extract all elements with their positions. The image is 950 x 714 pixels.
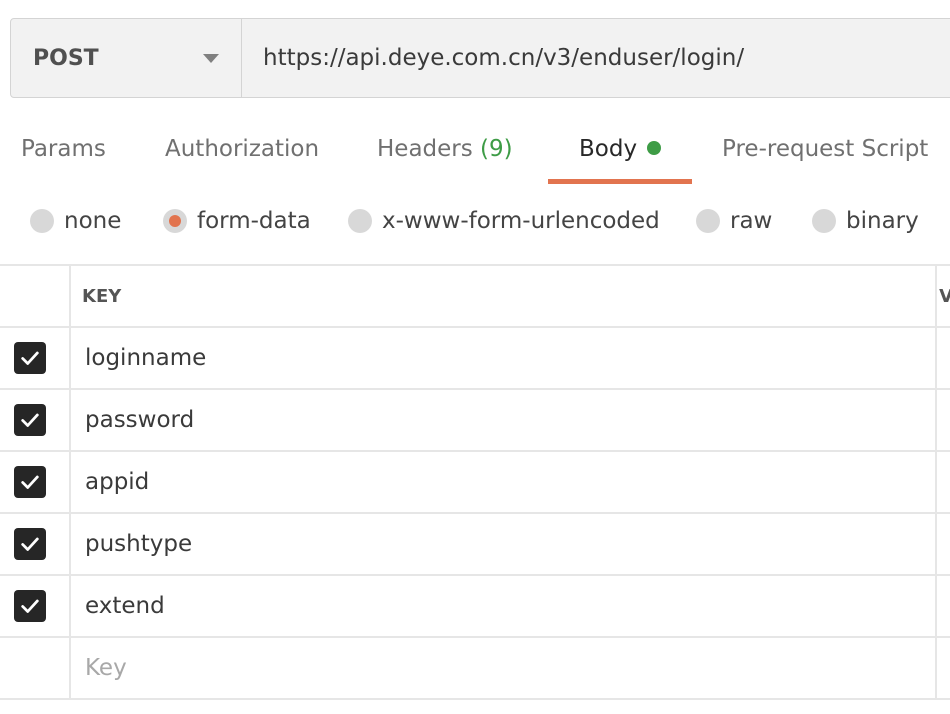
radio-none[interactable]: none	[30, 208, 121, 234]
row-enabled-checkbox[interactable]	[13, 404, 46, 436]
radio-label: binary	[846, 208, 919, 234]
key-cell[interactable]: loginname	[71, 328, 937, 388]
radio-binary[interactable]: binary	[812, 208, 919, 234]
method-dropdown[interactable]: POST	[11, 19, 242, 97]
key-cell[interactable]: extend	[71, 576, 937, 636]
key-column-header: KEY	[71, 266, 937, 326]
radio-label: none	[64, 208, 122, 234]
key-cell[interactable]: password	[71, 390, 937, 450]
request-bar: POST https://api.deye.com.cn/v3/enduser/…	[10, 18, 950, 98]
row-enabled-checkbox[interactable]	[13, 466, 46, 498]
key-cell[interactable]: appid	[71, 452, 937, 512]
tab-pre-request-script[interactable]: Pre-request Script	[722, 136, 928, 162]
table-row: password	[0, 390, 950, 452]
value-column-header-fragment: V	[939, 286, 950, 307]
row-check-cell	[0, 576, 71, 636]
radio-urlencoded[interactable]: x-www-form-urlencoded	[348, 208, 660, 234]
tab-headers-label: Headers	[377, 136, 473, 162]
row-check-cell	[0, 328, 71, 388]
radio-circle-icon	[812, 209, 836, 233]
tab-body[interactable]: Body	[579, 136, 662, 162]
table-row: loginname	[0, 328, 950, 390]
radio-circle-icon	[348, 209, 372, 233]
green-dot-icon	[647, 140, 662, 155]
value-cell[interactable]	[937, 390, 950, 450]
row-enabled-checkbox[interactable]	[13, 342, 46, 374]
tab-headers[interactable]: Headers (9)	[377, 136, 513, 162]
check-icon	[20, 599, 39, 613]
check-icon	[20, 537, 39, 551]
radio-form-data[interactable]: form-data	[163, 208, 311, 234]
key-cell[interactable]: pushtype	[71, 514, 937, 574]
radio-circle-icon	[696, 209, 720, 233]
row-check-cell	[0, 514, 71, 574]
row-enabled-checkbox[interactable]	[13, 590, 46, 622]
row-check-cell	[0, 638, 71, 698]
new-value-input[interactable]	[937, 638, 950, 698]
check-icon	[20, 351, 39, 365]
row-enabled-checkbox[interactable]	[13, 528, 46, 560]
body-type-radio-group: none form-data x-www-form-urlencoded raw…	[0, 200, 950, 250]
row-check-cell	[0, 390, 71, 450]
value-cell[interactable]	[937, 576, 950, 636]
request-tabs: Params Authorization Headers (9) Body Pr…	[0, 122, 950, 186]
new-key-input[interactable]: Key	[71, 638, 937, 698]
table-row: extend	[0, 576, 950, 638]
check-icon	[20, 413, 39, 427]
value-cell[interactable]	[937, 328, 950, 388]
check-icon	[20, 475, 39, 489]
method-label: POST	[33, 45, 99, 71]
tab-authorization[interactable]: Authorization	[165, 136, 319, 162]
row-check-cell	[0, 452, 71, 512]
radio-raw[interactable]: raw	[696, 208, 772, 234]
active-tab-indicator	[548, 179, 692, 184]
header-check-cell	[0, 266, 71, 326]
table-header-row: KEY V	[0, 266, 950, 328]
chevron-down-icon	[203, 53, 219, 63]
radio-label: form-data	[197, 208, 311, 234]
table-row: pushtype	[0, 514, 950, 576]
url-input[interactable]: https://api.deye.com.cn/v3/enduser/login…	[242, 19, 950, 97]
value-cell[interactable]	[937, 452, 950, 512]
new-key-row: Key	[0, 638, 950, 700]
radio-selected-icon	[163, 209, 187, 233]
headers-count-badge: (9)	[480, 136, 513, 162]
tab-body-label: Body	[579, 136, 638, 162]
radio-label: raw	[730, 208, 773, 234]
value-cell[interactable]	[937, 514, 950, 574]
form-data-table: KEY V loginname password appid pushtype …	[0, 264, 950, 700]
radio-label: x-www-form-urlencoded	[382, 208, 660, 234]
radio-circle-icon	[30, 209, 54, 233]
tab-params[interactable]: Params	[21, 136, 106, 162]
table-row: appid	[0, 452, 950, 514]
